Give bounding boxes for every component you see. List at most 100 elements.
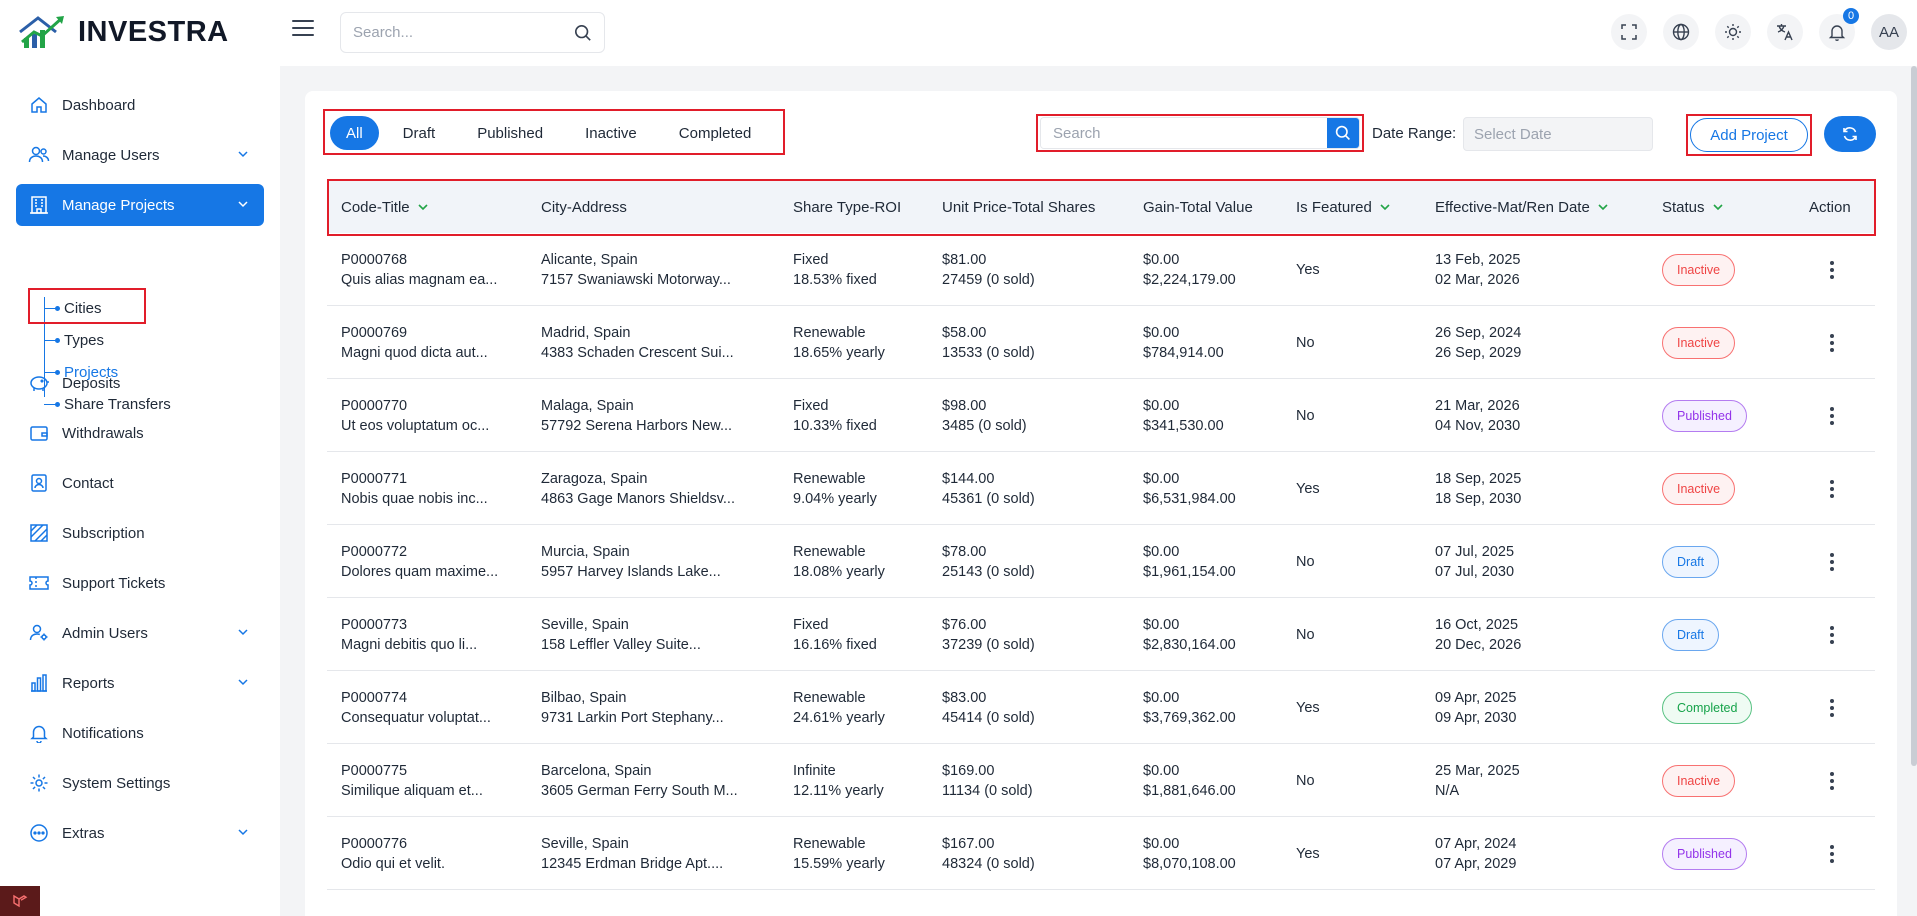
translate-button[interactable] xyxy=(1767,14,1803,50)
cell-code-title: P0000771 Nobis quae nobis inc... xyxy=(341,470,488,507)
sort-chevron-icon[interactable] xyxy=(1596,200,1610,214)
sidebar-item-reports[interactable]: Reports xyxy=(16,662,264,704)
brand-name: INVESTRA xyxy=(78,15,229,48)
fullscreen-button[interactable] xyxy=(1611,14,1647,50)
sidebar-item-deposits[interactable]: Deposits xyxy=(16,362,264,404)
cell-dates: 13 Feb, 2025 02 Mar, 2026 xyxy=(1435,251,1521,288)
table-row: P0000772 Dolores quam maxime... Murcia, Sp… xyxy=(327,525,1875,598)
debug-toolbar-button[interactable] xyxy=(0,886,40,916)
column-city-address: City-Address xyxy=(541,198,627,216)
tab-draft[interactable]: Draft xyxy=(385,116,454,150)
cell-gain-total: $0.00 $1,881,646.00 xyxy=(1143,762,1236,799)
sidebar-item-label: Reports xyxy=(62,674,115,692)
tab-published[interactable]: Published xyxy=(459,116,561,150)
sidebar-subitem-cities[interactable]: Cities xyxy=(44,297,102,319)
cell-action xyxy=(1822,598,1842,671)
refresh-button[interactable] xyxy=(1824,116,1876,152)
row-actions-kebab-icon[interactable] xyxy=(1822,771,1842,791)
cell-city-address: Zaragoza, Spain 4863 Gage Manors Shieldsv… xyxy=(541,470,735,507)
table-search xyxy=(1040,117,1360,149)
cell-code-title: P0000773 Magni debitis quo li... xyxy=(341,616,478,653)
sidebar-item-admin-users[interactable]: Admin Users xyxy=(16,612,264,654)
projects-card: All Draft Published Inactive Completed D… xyxy=(305,91,1897,916)
global-search-input[interactable] xyxy=(353,24,574,41)
sidebar-item-withdrawals[interactable]: Withdrawals xyxy=(16,412,264,454)
avatar[interactable]: AA xyxy=(1871,14,1907,50)
cell-is-featured: No xyxy=(1296,772,1315,789)
sidebar-item-subscription[interactable]: Subscription xyxy=(16,512,264,554)
table-row: P0000771 Nobis quae nobis inc... Zaragoza,… xyxy=(327,452,1875,525)
column-status[interactable]: Status xyxy=(1662,181,1725,233)
date-range-label: Date Range: xyxy=(1372,125,1457,142)
row-actions-kebab-icon[interactable] xyxy=(1822,260,1842,280)
language-button[interactable] xyxy=(1663,14,1699,50)
table-search-input[interactable] xyxy=(1041,118,1327,148)
cell-gain-total: $0.00 $341,530.00 xyxy=(1143,397,1224,434)
sidebar-item-manage-projects[interactable]: Manage Projects xyxy=(16,184,264,226)
sort-chevron-icon[interactable] xyxy=(1378,200,1392,214)
cell-action xyxy=(1822,379,1842,452)
cell-city-address: Madrid, Spain 4383 Schaden Crescent Sui..… xyxy=(541,324,734,361)
cell-status: Inactive xyxy=(1662,452,1736,525)
header-actions: 0 AA xyxy=(1611,8,1907,50)
row-actions-kebab-icon[interactable] xyxy=(1822,406,1842,426)
bell-icon xyxy=(30,725,48,743)
row-actions-kebab-icon[interactable] xyxy=(1822,625,1842,645)
sidebar-item-manage-users[interactable]: Manage Users xyxy=(16,134,264,176)
column-code-title[interactable]: Code-Title xyxy=(341,181,430,233)
cell-is-featured: Yes xyxy=(1296,845,1320,862)
row-actions-kebab-icon[interactable] xyxy=(1822,698,1842,718)
sidebar-item-contact[interactable]: Contact xyxy=(16,462,264,504)
row-actions-kebab-icon[interactable] xyxy=(1822,844,1842,864)
chevron-down-icon xyxy=(238,679,248,686)
notifications-button[interactable]: 0 xyxy=(1819,8,1859,50)
cell-action xyxy=(1822,233,1842,306)
cell-action xyxy=(1822,744,1842,817)
sidebar-item-system-settings[interactable]: System Settings xyxy=(16,762,264,804)
search-icon[interactable] xyxy=(574,24,592,42)
search-icon xyxy=(1335,125,1350,140)
theme-toggle-button[interactable] xyxy=(1715,14,1751,50)
column-is-featured[interactable]: Is Featured xyxy=(1296,181,1392,233)
page-scrollbar[interactable] xyxy=(1911,66,1917,766)
tab-completed[interactable]: Completed xyxy=(661,116,770,150)
sort-chevron-icon[interactable] xyxy=(1711,200,1725,214)
cell-share-type-roi: Renewable 18.08% yearly xyxy=(793,543,885,580)
table-search-button[interactable] xyxy=(1327,118,1359,148)
subscription-icon xyxy=(30,524,48,542)
row-actions-kebab-icon[interactable] xyxy=(1822,333,1842,353)
sidebar-item-support-tickets[interactable]: Support Tickets xyxy=(16,562,264,604)
sidebar-subitem-types[interactable]: Types xyxy=(44,329,104,351)
logo[interactable]: INVESTRA xyxy=(16,12,229,52)
column-effective-date[interactable]: Effective-Mat/Ren Date xyxy=(1435,181,1610,233)
row-actions-kebab-icon[interactable] xyxy=(1822,552,1842,572)
cell-unit-price-shares: $81.00 27459 (0 sold) xyxy=(942,251,1035,288)
table-row: P0000775 Similique aliquam et... Barcelona… xyxy=(327,744,1875,817)
sort-chevron-icon[interactable] xyxy=(416,200,430,214)
cell-action xyxy=(1822,817,1842,890)
tab-inactive[interactable]: Inactive xyxy=(567,116,655,150)
date-range-input[interactable] xyxy=(1463,117,1653,151)
cell-unit-price-shares: $144.00 45361 (0 sold) xyxy=(942,470,1035,507)
sidebar-item-label: Support Tickets xyxy=(62,574,166,592)
status-badge: Inactive xyxy=(1662,326,1736,359)
fullscreen-icon xyxy=(1621,24,1637,40)
cell-share-type-roi: Fixed 18.53% fixed xyxy=(793,251,877,288)
column-gain-total-value: Gain-Total Value xyxy=(1143,198,1253,216)
sidebar-item-dashboard[interactable]: Dashboard xyxy=(16,84,264,126)
cell-gain-total: $0.00 $8,070,108.00 xyxy=(1143,835,1236,872)
cell-dates: 07 Jul, 2025 07 Jul, 2030 xyxy=(1435,543,1515,580)
tab-all[interactable]: All xyxy=(330,116,379,150)
status-badge: Completed xyxy=(1662,691,1753,724)
status-badge: Inactive xyxy=(1662,764,1736,797)
sun-icon xyxy=(1725,24,1741,40)
menu-toggle-icon[interactable] xyxy=(292,20,314,38)
cell-share-type-roi: Fixed 10.33% fixed xyxy=(793,397,877,434)
sidebar-item-notifications[interactable]: Notifications xyxy=(16,712,264,754)
sidebar-item-extras[interactable]: Extras xyxy=(16,812,264,854)
row-actions-kebab-icon[interactable] xyxy=(1822,479,1842,499)
table-row: P0000774 Consequatur voluptat... Bilbao, S… xyxy=(327,671,1875,744)
cell-status: Draft xyxy=(1662,598,1720,671)
add-project-button[interactable]: Add Project xyxy=(1690,118,1808,152)
table-row: P0000773 Magni debitis quo li... Seville, … xyxy=(327,598,1875,671)
